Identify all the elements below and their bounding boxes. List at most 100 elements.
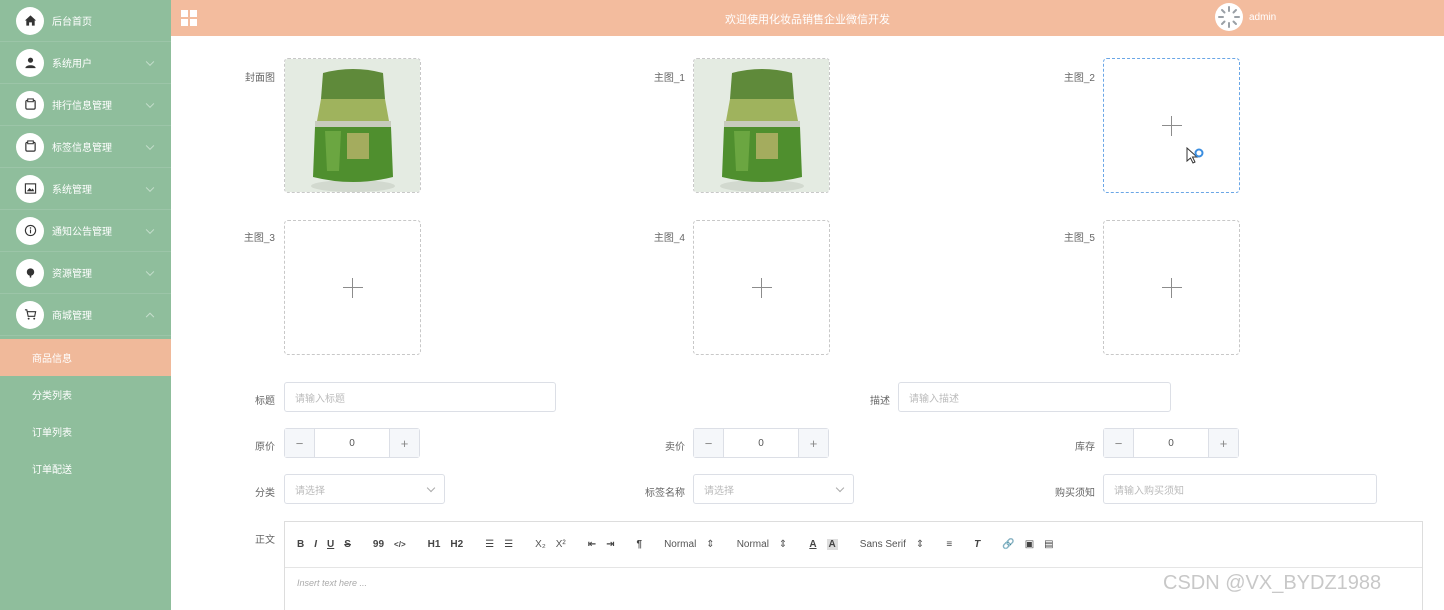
stock-value[interactable]: 0 <box>1134 429 1208 457</box>
sidebar-item-ranking[interactable]: 排行信息管理 <box>0 84 171 126</box>
main-image-4-upload[interactable] <box>693 220 830 355</box>
italic-button[interactable]: I <box>314 539 317 550</box>
watermark: CSDN @VX_BYDZ1988 <box>1163 572 1382 594</box>
sale-price-stepper[interactable]: − 0 + <box>693 428 829 458</box>
image-icon[interactable]: ▣ <box>1025 539 1034 550</box>
sidebar-subitem-delivery[interactable]: 订单配送 <box>0 450 171 487</box>
outdent-icon[interactable]: ⇤ <box>588 539 596 550</box>
panel-icon <box>16 132 44 161</box>
bullet-list-icon[interactable]: ☰ <box>504 539 513 550</box>
bold-button[interactable]: B <box>297 539 304 550</box>
stock-stepper[interactable]: − 0 + <box>1103 428 1239 458</box>
main-image-4-label: 主图_4 <box>653 233 685 244</box>
sidebar-item-label: 标签信息管理 <box>52 143 112 154</box>
sidebar-item-mall[interactable]: 商城管理 <box>0 294 171 336</box>
description-label: 描述 <box>870 396 890 407</box>
tag-placeholder: 请选择 <box>704 485 734 497</box>
video-icon[interactable]: ▤ <box>1044 539 1053 550</box>
indent-icon[interactable]: ⇥ <box>606 539 614 550</box>
sidebar-item-home[interactable]: 后台首页 <box>0 0 171 42</box>
purchase-notice-label: 购买须知 <box>1055 488 1095 499</box>
plus-icon <box>342 277 363 298</box>
superscript-button[interactable]: X² <box>556 539 566 550</box>
main-image-5-upload[interactable] <box>1103 220 1240 355</box>
sidebar-item-system-manage[interactable]: 系统管理 <box>0 168 171 210</box>
cover-image-upload[interactable] <box>284 58 421 193</box>
blockquote-button[interactable]: 99 <box>373 539 384 550</box>
chevron-up-icon <box>145 312 155 321</box>
sidebar-item-resources[interactable]: 资源管理 <box>0 252 171 294</box>
main-image-5-label: 主图_5 <box>1063 233 1095 244</box>
main-form: 封面图 主图_1 主图_2 主图_3 主图_4 主图_5 标题 请输入标题 描述… <box>171 36 1444 610</box>
increment-button[interactable]: + <box>1208 429 1238 457</box>
increment-button[interactable]: + <box>798 429 828 457</box>
size-select[interactable]: Normal <box>664 539 696 550</box>
sidebar-subitem-products[interactable]: 商品信息 <box>0 339 171 376</box>
sidebar-subitem-orders[interactable]: 订单列表 <box>0 413 171 450</box>
plus-icon <box>1161 277 1182 298</box>
stock-label: 库存 <box>1075 442 1095 453</box>
category-placeholder: 请选择 <box>295 485 325 497</box>
cart-icon <box>16 300 44 329</box>
sidebar-subitem-categories[interactable]: 分类列表 <box>0 376 171 413</box>
editor-toolbar: B I U S 99 </> H1 H2 ☰ ☰ X₂ X² ⇤ ⇥ ¶ Nor… <box>285 522 1422 568</box>
main-image-2-upload[interactable] <box>1103 58 1240 193</box>
header-2-button[interactable]: H2 <box>450 539 463 550</box>
cover-image-label: 封面图 <box>245 73 275 84</box>
chevron-down-icon <box>145 99 155 108</box>
increment-button[interactable]: + <box>389 429 419 457</box>
avatar[interactable] <box>1215 3 1243 31</box>
sidebar: 后台首页 系统用户 排行信息管理 标签信息管理 系统管理 通知公告管理 资源管理… <box>0 0 171 610</box>
product-image <box>285 59 420 192</box>
username[interactable]: admin <box>1249 12 1276 23</box>
decrement-button[interactable]: − <box>694 429 724 457</box>
header-select[interactable]: Normal <box>737 539 769 550</box>
background-color-icon[interactable]: A <box>826 539 838 550</box>
sidebar-item-tags[interactable]: 标签信息管理 <box>0 126 171 168</box>
chevron-down-icon <box>426 483 436 493</box>
font-select[interactable]: Sans Serif <box>860 539 906 550</box>
ordered-list-icon[interactable]: ☰ <box>485 539 494 550</box>
original-price-value[interactable]: 0 <box>315 429 389 457</box>
title-input[interactable]: 请输入标题 <box>284 382 556 412</box>
link-icon[interactable]: 🔗 <box>1002 539 1014 550</box>
rich-text-editor: B I U S 99 </> H1 H2 ☰ ☰ X₂ X² ⇤ ⇥ ¶ Nor… <box>284 521 1423 610</box>
updown-icon: ⇕ <box>915 539 925 550</box>
cursor-icon <box>1186 147 1204 164</box>
description-input[interactable]: 请输入描述 <box>898 382 1171 412</box>
tag-select[interactable]: 请选择 <box>693 474 854 504</box>
align-icon[interactable]: ≡ <box>946 539 952 550</box>
sidebar-item-system-users[interactable]: 系统用户 <box>0 42 171 84</box>
chevron-down-icon <box>145 225 155 234</box>
top-header: 欢迎使用化妆品销售企业微信开发 admin <box>171 0 1444 36</box>
header-1-button[interactable]: H1 <box>428 539 441 550</box>
main-image-1-upload[interactable] <box>693 58 830 193</box>
updown-icon: ⇕ <box>778 539 788 550</box>
sale-price-value[interactable]: 0 <box>724 429 798 457</box>
original-price-stepper[interactable]: − 0 + <box>284 428 420 458</box>
main-image-3-upload[interactable] <box>284 220 421 355</box>
jar-image <box>285 59 420 192</box>
text-direction-icon[interactable]: ¶ <box>637 539 643 550</box>
font-color-icon[interactable]: A <box>809 539 816 550</box>
sidebar-item-label: 后台首页 <box>52 17 92 28</box>
chevron-down-icon <box>145 141 155 150</box>
clear-format-icon[interactable]: T <box>974 539 980 550</box>
sidebar-item-label: 资源管理 <box>52 269 92 280</box>
plus-icon <box>1161 115 1182 136</box>
sidebar-item-notices[interactable]: 通知公告管理 <box>0 210 171 252</box>
plus-icon <box>751 277 772 298</box>
underline-button[interactable]: U <box>327 539 334 550</box>
original-price-label: 原价 <box>255 442 275 453</box>
decrement-button[interactable]: − <box>285 429 315 457</box>
decrement-button[interactable]: − <box>1104 429 1134 457</box>
tag-label: 标签名称 <box>645 488 685 499</box>
purchase-notice-input[interactable]: 请输入购买须知 <box>1103 474 1377 504</box>
strike-button[interactable]: S <box>344 539 351 550</box>
code-block-button[interactable]: </> <box>394 540 406 549</box>
sidebar-item-label: 系统管理 <box>52 185 92 196</box>
home-icon <box>16 6 44 35</box>
updown-icon: ⇕ <box>706 539 715 550</box>
category-select[interactable]: 请选择 <box>284 474 445 504</box>
subscript-button[interactable]: X₂ <box>535 539 546 550</box>
